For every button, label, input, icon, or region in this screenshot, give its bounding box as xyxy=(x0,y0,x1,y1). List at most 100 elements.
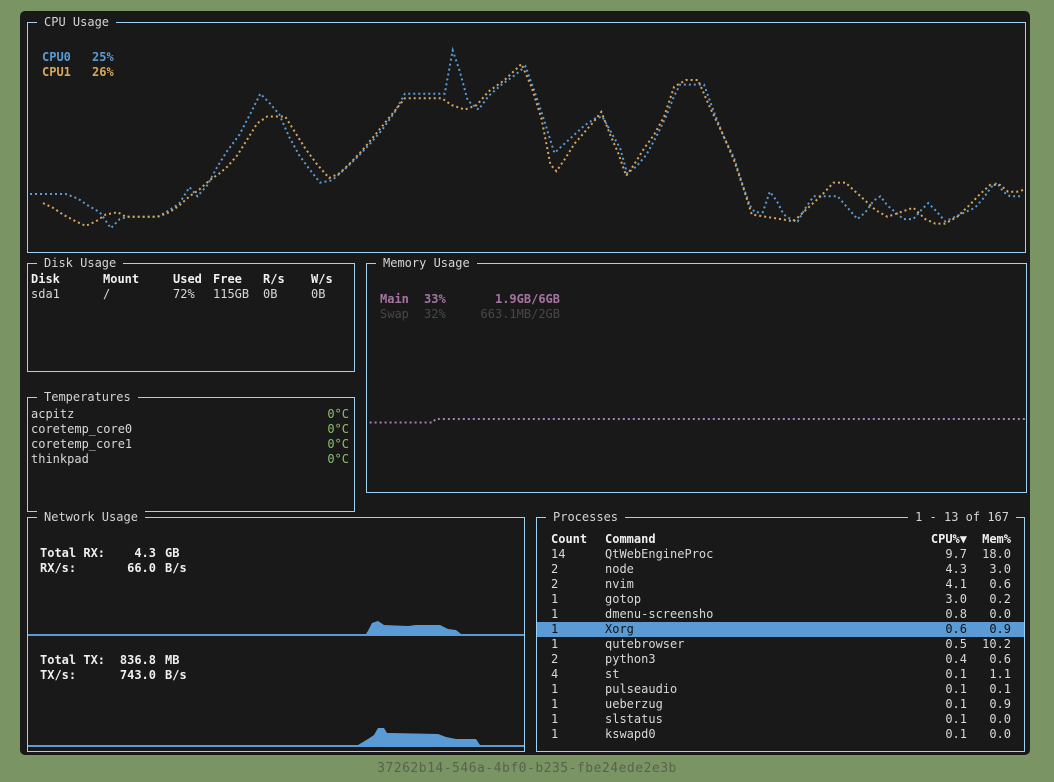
memory-main-label: Main xyxy=(380,292,424,307)
disk-col-free: Free xyxy=(213,272,263,287)
tx-rate-value: 743.0 xyxy=(116,668,156,683)
temperatures-panel: Temperatures acpitz0°Ccoretemp_core00°Cc… xyxy=(27,397,355,512)
proc-command-cell: kswapd0 xyxy=(605,727,903,742)
disk-cell: 0B xyxy=(311,287,350,302)
cpu1-label: CPU1 xyxy=(42,65,92,80)
process-row[interactable]: 4st0.11.1 xyxy=(537,667,1024,682)
cpu-usage-chart xyxy=(28,23,1025,251)
process-row[interactable]: 1pulseaudio0.10.1 xyxy=(537,682,1024,697)
rx-rate-value: 66.0 xyxy=(116,561,156,576)
cpu1-legend-row: CPU126% xyxy=(42,65,114,80)
proc-col-count[interactable]: Count xyxy=(551,532,605,547)
proc-count-cell: 1 xyxy=(551,607,605,622)
memory-main-line: Main33%1.9GB/6GB xyxy=(380,292,580,307)
proc-col-command[interactable]: Command xyxy=(605,532,903,547)
proc-mem-cell: 0.9 xyxy=(967,697,1011,712)
temperature-row: coretemp_core1 0°C xyxy=(28,437,354,452)
rx-total-line: Total RX:4.3GB xyxy=(40,546,187,561)
disk-col-mount: Mount xyxy=(103,272,173,287)
proc-count-cell: 2 xyxy=(551,652,605,667)
proc-mem-cell: 0.2 xyxy=(967,592,1011,607)
network-usage-panel: Network Usage Total RX:4.3GB RX/s:66.0B/… xyxy=(27,517,525,752)
process-row-selected[interactable]: 1Xorg0.60.9 xyxy=(537,622,1024,637)
process-row[interactable]: 2python30.40.6 xyxy=(537,652,1024,667)
process-row[interactable]: 1kswapd00.10.0 xyxy=(537,727,1024,742)
proc-cpu-cell: 0.4 xyxy=(903,652,967,667)
temps-list: acpitz0°Ccoretemp_core00°Ccoretemp_core1… xyxy=(28,407,354,467)
proc-cpu-cell: 9.7 xyxy=(903,547,967,562)
disk-cell: / xyxy=(103,287,173,302)
proc-cpu-cell: 4.3 xyxy=(903,562,967,577)
proc-mem-cell: 0.1 xyxy=(967,682,1011,697)
disk-col-rs: R/s xyxy=(263,272,311,287)
tx-rate-unit: B/s xyxy=(165,668,187,682)
proc-command-cell: slstatus xyxy=(605,712,903,727)
disk-table-header: Disk Mount Used Free R/s W/s xyxy=(28,272,354,287)
temperature-value: 0°C xyxy=(327,437,349,452)
disk-col-disk: Disk xyxy=(31,272,103,287)
rx-rate-label: RX/s: xyxy=(40,561,116,576)
network-rx-chart xyxy=(28,520,524,636)
temperature-row: acpitz0°C xyxy=(28,407,354,422)
process-row[interactable]: 2node4.33.0 xyxy=(537,562,1024,577)
proc-count-cell: 1 xyxy=(551,727,605,742)
memory-main-pct: 33% xyxy=(424,292,460,307)
proc-cpu-cell: 4.1 xyxy=(903,577,967,592)
proc-mem-cell: 0.0 xyxy=(967,607,1011,622)
proc-mem-cell: 0.6 xyxy=(967,577,1011,592)
status-bar-text: 37262b14-546a-4bf0-b235-fbe24ede2e3b xyxy=(0,761,1054,776)
process-row[interactable]: 1qutebrowser0.510.2 xyxy=(537,637,1024,652)
proc-mem-cell: 0.0 xyxy=(967,727,1011,742)
proc-command-cell: python3 xyxy=(605,652,903,667)
proc-col-cpu-sort[interactable]: CPU%▼ xyxy=(903,532,967,547)
process-row[interactable]: 1dmenu-screensho0.80.0 xyxy=(537,607,1024,622)
proc-count-cell: 1 xyxy=(551,622,605,637)
process-row[interactable]: 1slstatus0.10.0 xyxy=(537,712,1024,727)
network-tx-readout: Total TX:836.8 MB TX/s:743.0 B/s xyxy=(40,653,187,683)
temperature-value: 0°C xyxy=(327,452,349,467)
processes-panel: Processes 1 - 13 of 167 Count Command CP… xyxy=(536,517,1025,752)
processes-table: Count Command CPU%▼ Mem% 14QtWebEnginePr… xyxy=(537,532,1024,742)
disk-cell: 0B xyxy=(263,287,311,302)
proc-mem-cell: 18.0 xyxy=(967,547,1011,562)
proc-count-cell: 2 xyxy=(551,562,605,577)
disk-usage-panel: Disk Usage Disk Mount Used Free R/s W/s … xyxy=(27,263,355,372)
proc-mem-cell: 0.0 xyxy=(967,712,1011,727)
tx-rate-label: TX/s: xyxy=(40,668,116,683)
rx-rate-unit: B/s xyxy=(165,561,187,575)
cpu0-label: CPU0 xyxy=(42,50,92,65)
process-row[interactable]: 14QtWebEngineProc9.718.0 xyxy=(537,547,1024,562)
temperature-row: thinkpad0°C xyxy=(28,452,354,467)
network-tx-chart xyxy=(28,632,524,747)
disk-cell: 72% xyxy=(173,287,213,302)
proc-command-cell: nvim xyxy=(605,577,903,592)
proc-cpu-cell: 3.0 xyxy=(903,592,967,607)
proc-cpu-cell: 0.1 xyxy=(903,697,967,712)
proc-count-cell: 1 xyxy=(551,712,605,727)
tx-total-label: Total TX: xyxy=(40,653,116,668)
process-row[interactable]: 1ueberzug0.10.9 xyxy=(537,697,1024,712)
process-row[interactable]: 2nvim4.10.6 xyxy=(537,577,1024,592)
processes-panel-title: Processes xyxy=(546,510,625,525)
proc-count-cell: 14 xyxy=(551,547,605,562)
disk-table: Disk Mount Used Free R/s W/s sda1/72%115… xyxy=(28,272,354,302)
cpu1-value: 26% xyxy=(92,65,114,79)
proc-cpu-cell: 0.1 xyxy=(903,727,967,742)
tx-total-unit: MB xyxy=(165,653,179,667)
rx-total-value: 4.3 xyxy=(116,546,156,561)
process-row[interactable]: 1gotop3.00.2 xyxy=(537,592,1024,607)
proc-command-cell: dmenu-screensho xyxy=(605,607,903,622)
cpu-legend: CPU025% CPU126% xyxy=(42,50,114,80)
tx-total-value: 836.8 xyxy=(116,653,156,668)
proc-col-mem[interactable]: Mem% xyxy=(967,532,1011,547)
disk-cell: sda1 xyxy=(31,287,103,302)
proc-count-cell: 1 xyxy=(551,682,605,697)
disk-panel-title: Disk Usage xyxy=(37,256,123,271)
temperature-sensor-label: coretemp_core1 xyxy=(31,437,132,452)
proc-cpu-cell: 0.1 xyxy=(903,682,967,697)
terminal-window: CPU Usage CPU025% CPU126% Disk Usage Dis… xyxy=(20,11,1030,755)
proc-count-cell: 1 xyxy=(551,592,605,607)
tx-rate-line: TX/s:743.0 B/s xyxy=(40,668,187,683)
disk-col-used: Used xyxy=(173,272,213,287)
proc-count-cell: 2 xyxy=(551,577,605,592)
